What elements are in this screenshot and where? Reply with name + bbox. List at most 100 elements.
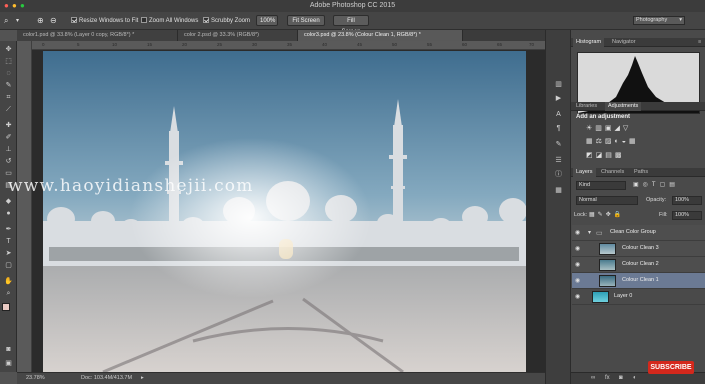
zoom-100-button[interactable]: 100%	[256, 15, 278, 26]
blur-tool-icon[interactable]: ◆	[2, 197, 15, 207]
zoom-tool-icon[interactable]: ⌕	[4, 16, 8, 26]
ruler-mark: 20	[182, 42, 188, 47]
tab-color2[interactable]: color 2.psd @ 33.3% (RGB/8*)	[178, 30, 298, 41]
vertical-ruler	[17, 41, 32, 372]
layer-row[interactable]: ◉ Layer 0	[572, 289, 705, 305]
tab-label: color3.psd @ 23.8% (Colour Clean 1, RGB/…	[304, 32, 421, 38]
workspace-switcher[interactable]: Photography ▾	[633, 16, 685, 25]
layer-filter-kind[interactable]: Kind	[576, 181, 626, 190]
zoom-out-icon[interactable]: ⊖	[50, 16, 57, 26]
layer-row[interactable]: ◉ Colour Clean 2	[572, 257, 705, 273]
properties-panel-icon[interactable]: ☰	[553, 156, 564, 166]
tab-paths[interactable]: Paths	[631, 168, 651, 177]
brush-panel-icon[interactable]: ✎	[553, 140, 564, 150]
adjustment-icons-row-1[interactable]: ☀▥▣◢▽	[586, 124, 696, 134]
visibility-eye-icon[interactable]: ◉	[575, 229, 580, 236]
adjustment-layer-icon[interactable]: ◐	[633, 375, 637, 381]
adjustment-icons-row-2[interactable]: ▦⚖▨◐◒▦	[586, 137, 696, 147]
paragraph-panel-icon[interactable]: ¶	[553, 124, 564, 134]
zoom-all-windows-option[interactable]: Zoom All Windows	[141, 16, 198, 26]
layer-mask-icon[interactable]: ◙	[619, 375, 623, 381]
lock-label: Lock:	[574, 212, 588, 218]
layer-name: Layer 0	[614, 293, 633, 299]
screen-mode-icon[interactable]: ▣	[2, 359, 15, 369]
path-select-tool-icon[interactable]: ➤	[2, 249, 15, 259]
character-panel-icon[interactable]: A	[553, 110, 564, 120]
layers-panel-header: Layers Channels Paths	[571, 168, 705, 177]
quick-mask-icon[interactable]: ◙	[2, 345, 15, 355]
lock-icons[interactable]: ▦✎✥🔒	[589, 211, 624, 218]
tool-preset-chevron-icon[interactable]: ▾	[16, 16, 19, 26]
visibility-eye-icon[interactable]: ◉	[575, 261, 580, 268]
quick-select-tool-icon[interactable]: ✎	[2, 81, 15, 91]
opacity-field[interactable]: 100%	[672, 196, 702, 205]
resize-windows-option[interactable]: Resize Windows to Fit	[71, 16, 138, 26]
fit-screen-button[interactable]: Fit Screen	[287, 15, 325, 26]
ruler-mark: 40	[322, 42, 328, 47]
fill-field[interactable]: 100%	[672, 211, 702, 220]
panel-menu-icon[interactable]: ≡	[695, 38, 704, 47]
tab-channels[interactable]: Channels	[598, 168, 627, 177]
visibility-eye-icon[interactable]: ◉	[575, 245, 580, 252]
ruler-mark: 0	[42, 42, 45, 47]
right-panels: Histogram Navigator ≡ Libraries Adjustme…	[570, 30, 705, 384]
fill-screen-button[interactable]: Fill Screen	[333, 15, 369, 35]
tab-color3[interactable]: color3.psd @ 23.8% (Colour Clean 1, RGB/…	[298, 30, 463, 41]
title-bar: ● ● ● Adobe Photoshop CC 2015	[0, 0, 705, 12]
mosque-photo	[43, 51, 526, 372]
adjustment-icons-row-3[interactable]: ◩◪▤▩	[586, 151, 696, 161]
scrubby-zoom-option[interactable]: Scrubby Zoom	[203, 16, 250, 26]
tab-color1[interactable]: color1.psd @ 33.8% (Layer 0 copy, RGB/8*…	[17, 30, 178, 41]
info-panel-icon[interactable]: ⓘ	[553, 170, 564, 180]
fill-label: Fill:	[659, 212, 668, 218]
tab-libraries[interactable]: Libraries	[573, 102, 600, 111]
resize-windows-checkbox[interactable]	[71, 17, 77, 24]
ruler-mark: 30	[252, 42, 258, 47]
tab-adjustments[interactable]: Adjustments	[605, 102, 642, 111]
healing-brush-tool-icon[interactable]: ✚	[2, 121, 15, 131]
shape-tool-icon[interactable]: ▢	[2, 261, 15, 271]
blend-mode-select[interactable]: Normal	[576, 196, 638, 205]
status-arrow-icon[interactable]: ▸	[141, 375, 144, 381]
tab-label: color1.psd @ 33.8% (Layer 0 copy, RGB/8*…	[23, 32, 135, 38]
ruler-mark: 10	[112, 42, 118, 47]
zoom-tool-icon[interactable]: ⌕	[2, 289, 15, 299]
history-brush-tool-icon[interactable]: ↺	[2, 157, 15, 167]
swatches-panel-icon[interactable]: ▦	[553, 186, 564, 196]
tab-layers[interactable]: Layers	[573, 168, 596, 177]
marquee-tool-icon[interactable]: ⬚	[2, 57, 15, 67]
dodge-tool-icon[interactable]: ●	[2, 209, 15, 219]
history-panel-icon[interactable]: ▥	[553, 80, 564, 90]
ruler-mark: 50	[392, 42, 398, 47]
zoom-in-icon[interactable]: ⊕	[37, 16, 44, 26]
visibility-eye-icon[interactable]: ◉	[575, 277, 580, 284]
subscribe-badge[interactable]: SUBSCRIBE	[648, 361, 694, 374]
scrubby-zoom-checkbox[interactable]	[203, 17, 209, 24]
document-canvas-image[interactable]	[43, 51, 526, 372]
layer-filter-icons[interactable]: ▣◎T▢▤	[633, 181, 703, 190]
hand-tool-icon[interactable]: ✋	[2, 277, 15, 287]
layer-style-icon[interactable]: fx	[605, 375, 610, 381]
zoom-all-windows-checkbox[interactable]	[141, 17, 147, 24]
ruler-mark: 25	[217, 42, 223, 47]
crop-tool-icon[interactable]: ⌗	[2, 93, 15, 103]
lasso-tool-icon[interactable]: ◌	[2, 69, 15, 79]
zoom-level[interactable]: 23.78%	[26, 375, 45, 381]
layer-row-group[interactable]: ◉ ▾ ▭ Clean Color Group	[572, 225, 705, 241]
link-layers-icon[interactable]: ∞	[591, 375, 595, 381]
actions-panel-icon[interactable]: ▶	[553, 94, 564, 104]
brush-tool-icon[interactable]: ✐	[2, 133, 15, 143]
move-tool-icon[interactable]: ✥	[2, 45, 15, 55]
options-bar: ⌕ ▾ ⊕ ⊖ Resize Windows to Fit Zoom All W…	[0, 12, 705, 35]
clone-stamp-tool-icon[interactable]: ⊥	[2, 145, 15, 155]
type-tool-icon[interactable]: T	[2, 237, 15, 247]
group-expand-chevron-icon[interactable]: ▾	[588, 229, 591, 236]
layer-row[interactable]: ◉ Colour Clean 3	[572, 241, 705, 257]
layer-row-selected[interactable]: ◉ Colour Clean 1	[572, 273, 705, 289]
visibility-eye-icon[interactable]: ◉	[575, 293, 580, 300]
tab-histogram[interactable]: Histogram	[573, 38, 605, 47]
pen-tool-icon[interactable]: ✒	[2, 225, 15, 235]
eyedropper-tool-icon[interactable]: ⟋	[2, 105, 15, 115]
tab-navigator[interactable]: Navigator	[609, 38, 639, 47]
color-swatches-icon[interactable]	[2, 303, 15, 315]
